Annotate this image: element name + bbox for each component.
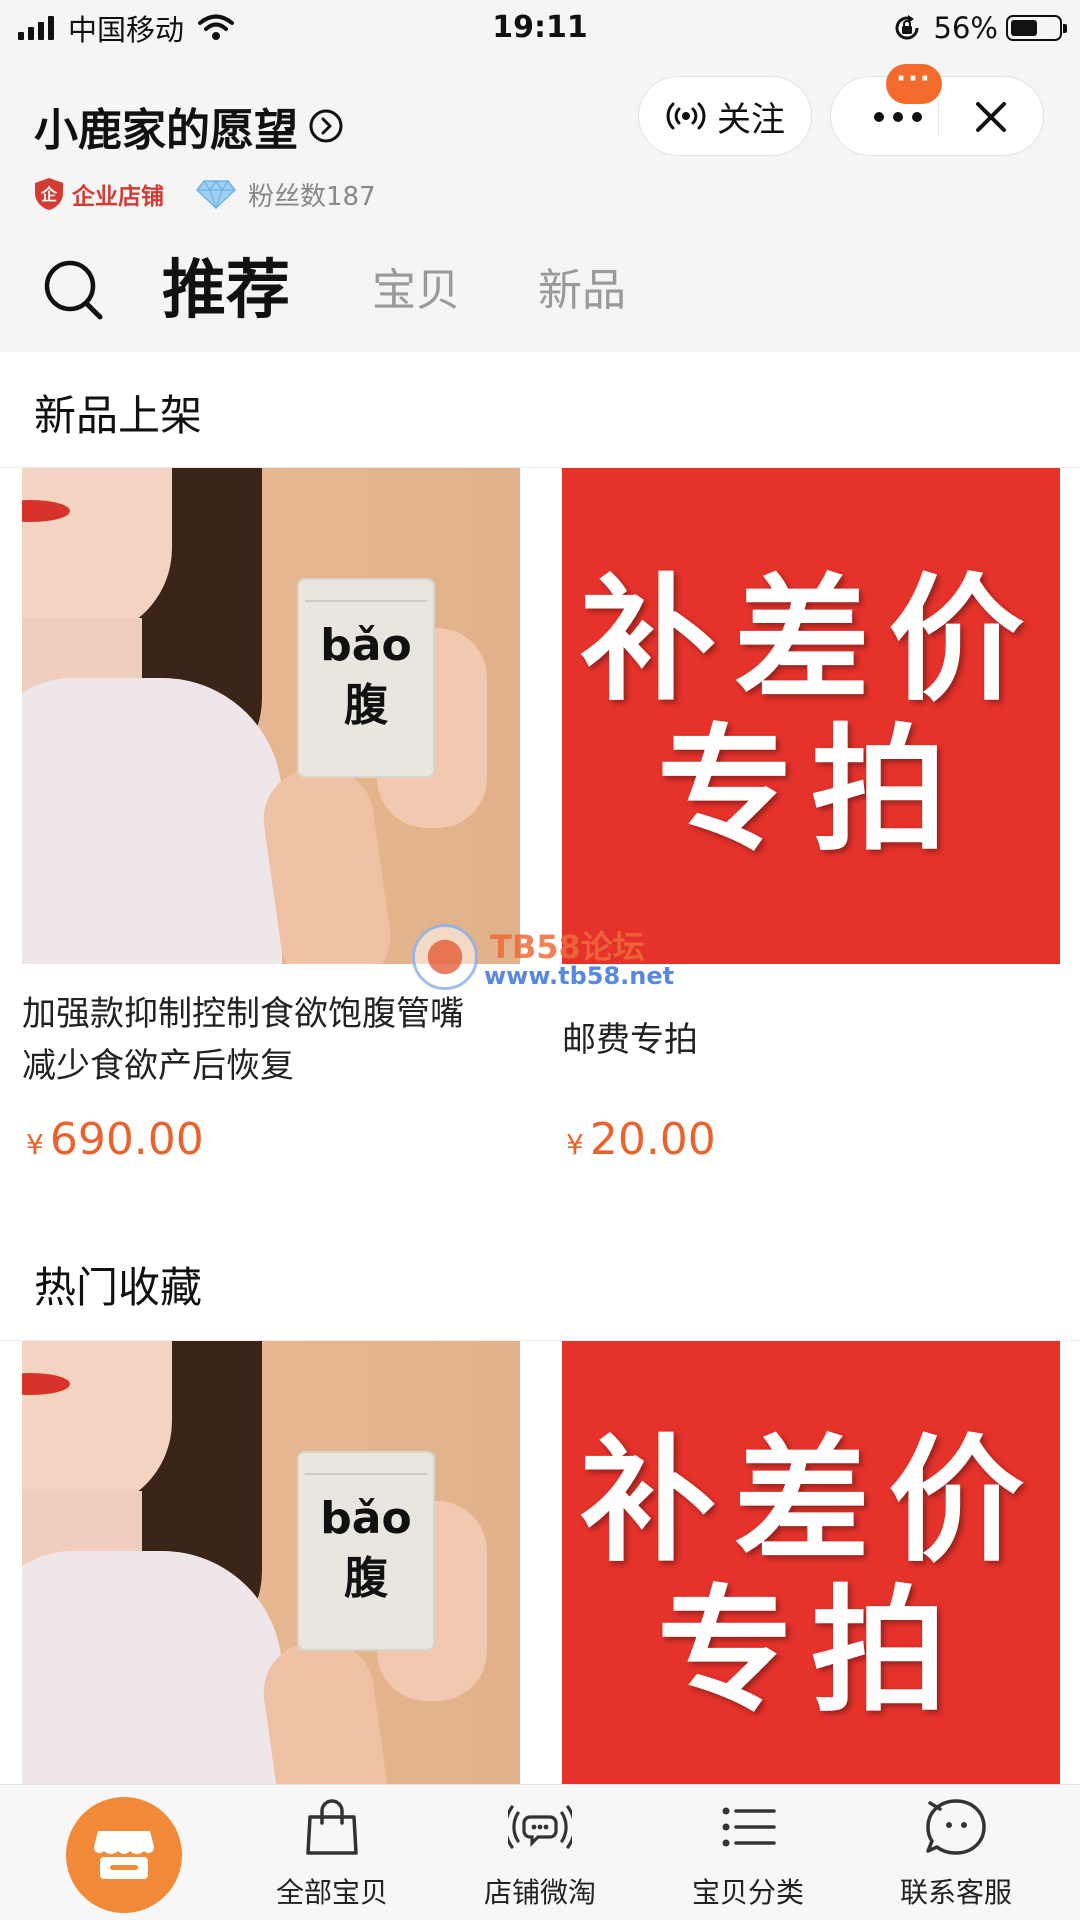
shop-badges: 企 企业店铺 粉丝数187 bbox=[34, 172, 376, 216]
nav-customer-service[interactable]: 联系客服 bbox=[856, 1795, 1056, 1920]
battery-icon bbox=[1006, 15, 1067, 41]
tab-items[interactable]: 宝贝 bbox=[372, 236, 460, 346]
pouch-text-char: 腹 bbox=[344, 680, 388, 731]
follow-button[interactable]: 关注 bbox=[638, 76, 812, 156]
enterprise-shield-icon: 企 bbox=[35, 178, 63, 210]
shopping-bag-icon bbox=[306, 1799, 358, 1855]
nav-label: 全部宝贝 bbox=[275, 1876, 388, 1909]
watermark-logo-icon bbox=[412, 924, 478, 990]
nav-shop-feed[interactable]: 店铺微淘 bbox=[440, 1795, 640, 1920]
product-title[interactable]: 加强款抑制控制食欲饱腹管嘴减少食欲产后恢复 bbox=[22, 988, 492, 1092]
battery-percent: 56% bbox=[933, 11, 998, 45]
promo-text-line1: 补差价 bbox=[580, 562, 1042, 720]
capsule-divider bbox=[938, 99, 939, 135]
nav-label: 联系客服 bbox=[899, 1876, 1012, 1909]
close-icon bbox=[976, 102, 1006, 132]
product-image-bao-fu[interactable]: bǎo 腹 bbox=[22, 1341, 520, 1784]
shop-header: 小鹿家的愿望 关注 ··· 企 企业店铺 粉丝数187 推荐 宝贝 新品 bbox=[0, 56, 1080, 352]
storefront-icon bbox=[94, 1831, 154, 1879]
chevron-right-circle-icon bbox=[309, 109, 343, 143]
bottom-nav: 全部宝贝 店铺微淘 宝贝分类 联系客服 bbox=[0, 1784, 1080, 1920]
product-pouch: bǎo 腹 bbox=[297, 1451, 435, 1651]
enterprise-badge: 企 企业店铺 bbox=[34, 177, 164, 211]
fans-count: 粉丝数187 bbox=[248, 181, 376, 212]
nav-label: 店铺微淘 bbox=[483, 1876, 596, 1909]
broadcast-chat-icon bbox=[508, 1805, 572, 1849]
product-pouch: bǎo 腹 bbox=[297, 578, 435, 778]
product-image-price-diff[interactable]: 补差价 专拍 bbox=[562, 468, 1060, 964]
shop-home-button[interactable] bbox=[66, 1797, 182, 1913]
price-value: 20.00 bbox=[589, 1114, 716, 1165]
status-bar: 中国移动 19:11 56% bbox=[0, 0, 1080, 56]
currency-symbol: ¥ bbox=[26, 1128, 44, 1161]
product-price: ¥ 690.00 bbox=[26, 1114, 204, 1165]
price-value: 690.00 bbox=[49, 1114, 204, 1165]
pouch-text-char: 腹 bbox=[344, 1553, 388, 1604]
shop-tabs: 推荐 宝贝 新品 bbox=[0, 236, 1080, 346]
close-button[interactable] bbox=[961, 77, 1021, 157]
tab-recommend[interactable]: 推荐 bbox=[162, 236, 290, 346]
broadcast-icon bbox=[666, 102, 706, 130]
section-title-hot-favorites: 热门收藏 bbox=[34, 1263, 203, 1312]
watermark-line2: www.tb58.net bbox=[484, 962, 675, 990]
nav-categories[interactable]: 宝贝分类 bbox=[648, 1795, 848, 1920]
pouch-text-pinyin: bǎo bbox=[320, 1493, 412, 1544]
pouch-text-pinyin: bǎo bbox=[320, 620, 412, 671]
status-right: 56% bbox=[892, 8, 1067, 48]
chat-bubble-icon bbox=[926, 1799, 986, 1855]
shop-name: 小鹿家的愿望 bbox=[34, 105, 298, 156]
search-icon[interactable] bbox=[42, 256, 106, 324]
tab-new[interactable]: 新品 bbox=[538, 236, 626, 346]
more-dots-icon bbox=[874, 112, 922, 122]
nav-all-items[interactable]: 全部宝贝 bbox=[232, 1795, 432, 1920]
follow-label: 关注 bbox=[717, 99, 785, 140]
watermark: TB58论坛 www.tb58.net bbox=[410, 922, 674, 994]
diamond-icon bbox=[196, 179, 236, 209]
enterprise-label: 企业店铺 bbox=[72, 184, 164, 210]
promo-text-line2: 专拍 bbox=[657, 712, 965, 870]
shop-name-link[interactable]: 小鹿家的愿望 bbox=[34, 94, 344, 158]
product-image-price-diff[interactable]: 补差价 专拍 bbox=[562, 1341, 1060, 1784]
section-title-new-arrivals: 新品上架 bbox=[34, 391, 203, 440]
product-title[interactable]: 邮费专拍 bbox=[562, 1014, 1032, 1066]
nav-label: 宝贝分类 bbox=[691, 1876, 804, 1909]
notification-badge: ··· bbox=[886, 64, 942, 104]
product-image-bao-fu[interactable]: bǎo 腹 bbox=[22, 468, 520, 964]
rotation-lock-icon bbox=[895, 15, 919, 40]
product-price: ¥ 20.00 bbox=[566, 1114, 716, 1165]
svg-text:企: 企 bbox=[40, 185, 58, 204]
currency-symbol: ¥ bbox=[566, 1128, 584, 1161]
promo-text-line2: 专拍 bbox=[657, 1573, 965, 1731]
list-icon bbox=[722, 1807, 776, 1847]
promo-text-line1: 补差价 bbox=[580, 1423, 1042, 1581]
